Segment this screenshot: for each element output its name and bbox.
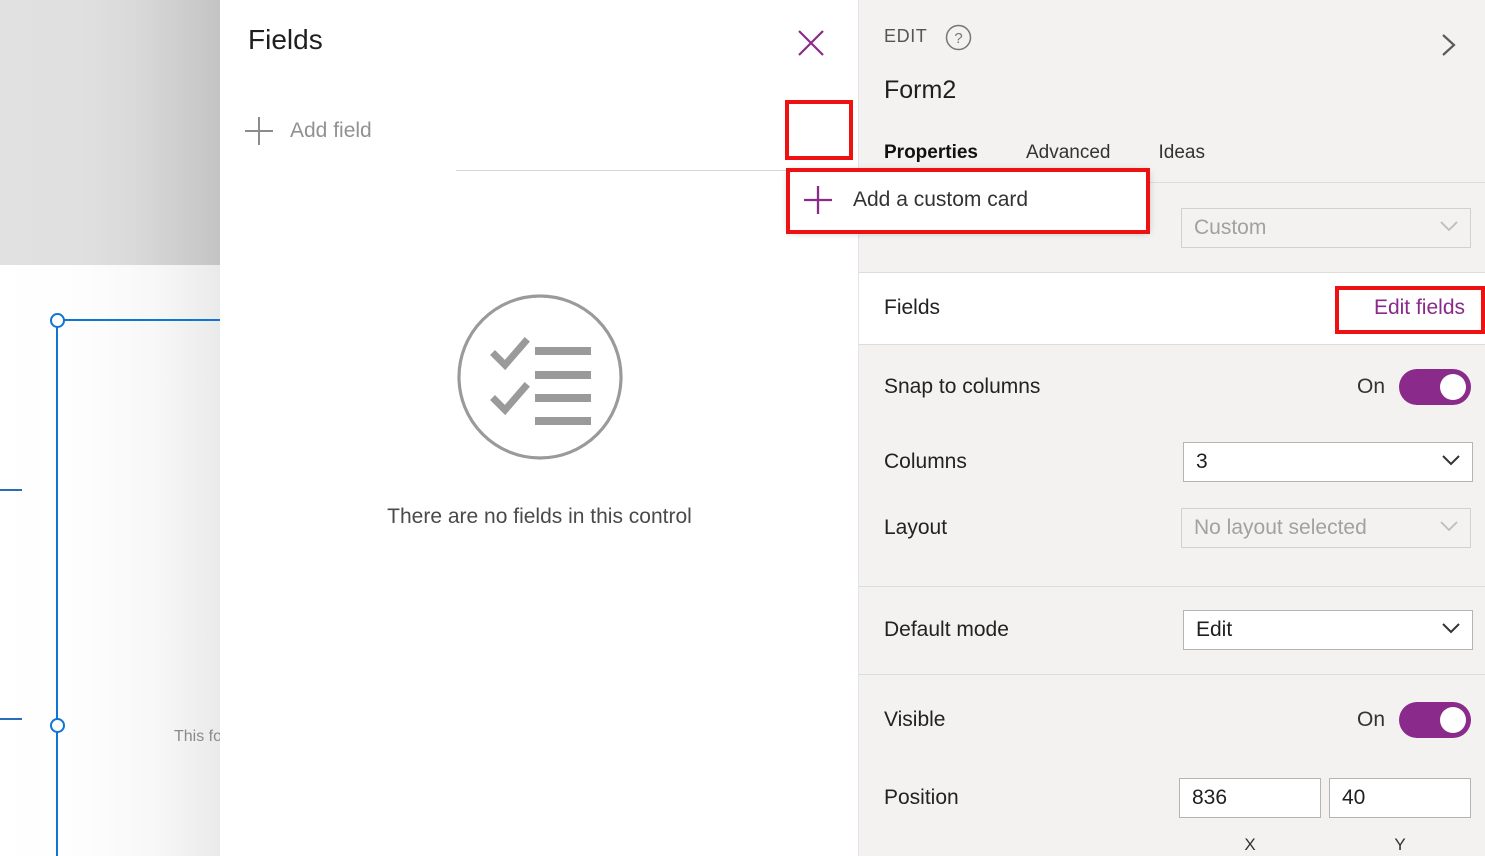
app-root: This fo Fields Add field There are no fi…	[0, 0, 1485, 856]
section-default-mode: Default mode Edit	[859, 586, 1485, 674]
properties-panel-eyebrow: EDIT	[884, 26, 928, 46]
fields-control: Edit fields	[1374, 296, 1465, 320]
position-y-caption: Y	[1394, 835, 1406, 854]
tab-properties[interactable]: Properties	[884, 142, 978, 170]
svg-text:?: ?	[954, 30, 962, 47]
data-source-value: Custom	[1194, 216, 1267, 239]
data-source-control: Custom	[1181, 208, 1471, 248]
context-menu-add-custom-card[interactable]: Add a custom card	[789, 170, 1148, 230]
close-icon[interactable]	[790, 22, 832, 64]
snap-to-columns-label: Snap to columns	[884, 375, 1041, 398]
chevron-down-icon	[1438, 519, 1460, 538]
canvas-toolbar-strip	[0, 0, 220, 265]
snap-to-columns-toggle[interactable]	[1399, 369, 1471, 405]
visible-state: On	[1356, 708, 1385, 731]
toggle-knob	[1440, 707, 1466, 733]
canvas-surface	[0, 265, 220, 856]
tab-ideas[interactable]: Ideas	[1159, 142, 1205, 170]
position-axis-captions: X Y	[1179, 835, 1471, 855]
columns-dropdown[interactable]: 3	[1183, 442, 1473, 482]
add-field-label: Add field	[290, 119, 372, 142]
default-mode-label: Default mode	[884, 618, 1009, 641]
position-x-input[interactable]: 836	[1179, 778, 1321, 818]
menu-item-label: Add a custom card	[853, 188, 1029, 211]
position-label: Position	[884, 786, 959, 809]
form-placeholder-text: This fo	[174, 728, 220, 745]
row-snap-to-columns: Snap to columns On	[859, 345, 1485, 429]
fields-panel: Fields Add field There are no fields in …	[220, 0, 1069, 856]
chevron-right-icon[interactable]	[1425, 22, 1471, 68]
add-field-button[interactable]: Add field	[236, 105, 796, 157]
selection-left-edge	[56, 319, 58, 856]
position-control: 836 40	[1179, 778, 1471, 818]
tab-advanced[interactable]: Advanced	[1026, 142, 1111, 170]
visible-toggle[interactable]	[1399, 702, 1471, 738]
layout-label: Layout	[884, 516, 948, 539]
empty-state-message: There are no fields in this control	[387, 505, 692, 528]
columns-control: 3	[1183, 442, 1473, 482]
row-default-mode: Default mode Edit	[859, 587, 1485, 673]
section-fields: Fields Edit fields	[859, 272, 1485, 344]
layout-value: No layout selected	[1194, 516, 1367, 539]
row-visible: Visible On	[859, 675, 1485, 765]
snap-to-columns-state: On	[1356, 375, 1385, 398]
chevron-down-icon	[1440, 621, 1462, 640]
plus-icon	[236, 108, 282, 154]
selection-top-edge	[57, 319, 220, 321]
default-mode-control: Edit	[1183, 610, 1473, 650]
row-layout: Layout No layout selected	[859, 495, 1485, 561]
layout-dropdown[interactable]: No layout selected	[1181, 508, 1471, 548]
position-x-caption: X	[1244, 835, 1256, 854]
position-y-input[interactable]: 40	[1329, 778, 1471, 818]
section-columns: Snap to columns On Columns 3 Layout No l…	[859, 344, 1485, 586]
plus-icon	[789, 171, 847, 229]
fields-panel-title: Fields	[248, 24, 323, 55]
visible-label: Visible	[884, 708, 946, 731]
columns-value: 3	[1196, 450, 1208, 473]
snap-to-columns-control: On	[1357, 369, 1471, 405]
row-fields[interactable]: Fields Edit fields	[859, 273, 1485, 343]
chevron-down-icon	[1440, 453, 1462, 472]
selection-handle-top-left[interactable]	[50, 313, 65, 328]
selection-handle-middle-left[interactable]	[50, 718, 65, 733]
properties-panel: EDIT ? Form2 Properties Advanced Ideas D…	[859, 0, 1485, 856]
visible-control: On	[1357, 702, 1471, 738]
checklist-circle-icon	[456, 293, 624, 461]
chevron-down-icon	[1438, 219, 1460, 238]
columns-label: Columns	[884, 450, 967, 473]
row-columns: Columns 3	[859, 429, 1485, 495]
selection-tick-lower	[0, 718, 22, 720]
properties-tabs: Properties Advanced Ideas	[884, 142, 1253, 170]
selection-tick-upper	[0, 489, 22, 491]
layout-control: No layout selected	[1181, 508, 1471, 548]
help-circle-icon[interactable]: ?	[945, 24, 972, 51]
row-position: Position 836 40	[859, 765, 1485, 831]
default-mode-dropdown[interactable]: Edit	[1183, 610, 1473, 650]
app-canvas: This fo	[0, 0, 220, 856]
data-source-dropdown[interactable]: Custom	[1181, 208, 1471, 248]
section-visible-position: Visible On Position 836 40 X Y	[859, 674, 1485, 856]
fields-label: Fields	[884, 296, 941, 319]
control-name: Form2	[884, 76, 957, 104]
edit-fields-link[interactable]: Edit fields	[1374, 296, 1465, 320]
toggle-knob	[1440, 374, 1466, 400]
default-mode-value: Edit	[1196, 618, 1233, 641]
